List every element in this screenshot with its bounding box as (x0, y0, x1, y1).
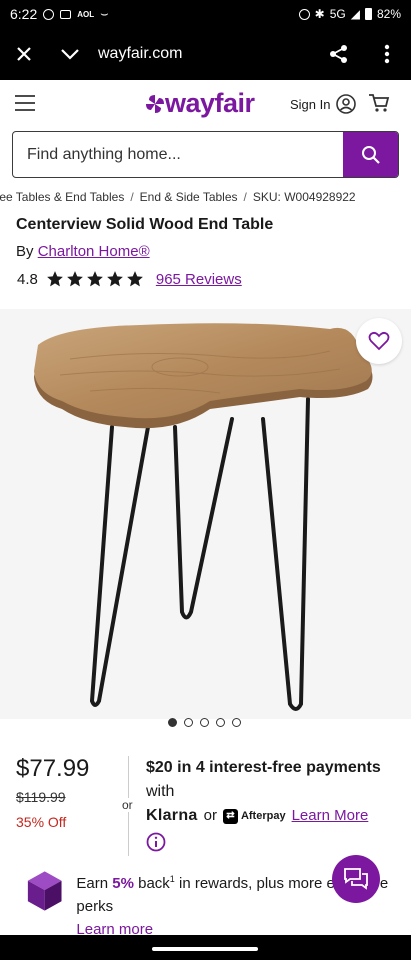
by-label: By (16, 243, 34, 260)
product-image[interactable] (0, 309, 411, 719)
star-icon (46, 271, 63, 287)
or-label-2: or (203, 807, 217, 824)
status-bar: 6:22 AOL ⌣ ✱ 5G ◢ 82% (0, 0, 411, 28)
more-vertical-icon (384, 44, 390, 64)
more-options-button[interactable] (363, 28, 411, 80)
rating-value: 4.8 (17, 270, 38, 288)
message-icon (60, 9, 72, 19)
wayfair-pinwheel-icon (146, 94, 164, 113)
rewards-earn: Earn (76, 875, 113, 892)
sale-price: $77.99 (16, 755, 90, 782)
system-nav-bar (0, 935, 411, 960)
rewards-back: back (133, 875, 170, 892)
home-gesture-handle[interactable] (152, 947, 258, 951)
close-icon (17, 47, 31, 61)
financing-block: $20 in 4 interest-free payments with Kla… (146, 756, 396, 860)
gallery-dot[interactable] (216, 718, 225, 727)
cart-button[interactable] (368, 92, 390, 119)
star-icon (66, 271, 83, 287)
url-display[interactable]: wayfair.com (98, 45, 315, 63)
breadcrumb-separator: / (243, 190, 247, 204)
chevron-down-icon (61, 49, 79, 60)
info-icon (146, 832, 166, 852)
aol-icon: AOL (77, 9, 95, 19)
end-table-image (34, 323, 373, 711)
search-bar (12, 131, 399, 178)
installment-description: in 4 interest-free payments (177, 759, 381, 776)
payment-providers: Klarna or ⇄ Afterpay Learn More (146, 804, 396, 828)
rating-row: 4.8 965 Reviews (17, 270, 242, 288)
favorite-button[interactable] (356, 318, 402, 364)
original-price: $119.99 (16, 789, 66, 805)
close-tab-button[interactable] (0, 28, 48, 80)
gallery-dot[interactable] (184, 718, 193, 727)
afterpay-logo: ⇄ Afterpay (222, 804, 286, 828)
sign-in-label: Sign In (290, 96, 331, 112)
afterpay-label: Afterpay (240, 810, 286, 822)
heart-icon (368, 331, 390, 351)
gallery-dot[interactable] (200, 718, 209, 727)
star-rating (46, 270, 144, 288)
cart-icon (369, 94, 390, 112)
price-block: $77.99 $119.99 35% Off (16, 755, 89, 830)
chat-icon (344, 868, 368, 890)
breadcrumb-item[interactable]: End & Side Tables (140, 190, 238, 204)
gallery-dot[interactable] (168, 718, 177, 727)
financing-learn-more-link[interactable]: Learn More (292, 804, 369, 828)
search-icon (361, 145, 380, 164)
chat-button[interactable] (332, 855, 380, 903)
browser-toolbar: wayfair.com (0, 28, 411, 80)
share-button[interactable] (315, 28, 363, 80)
alarm-icon (298, 8, 310, 20)
discount-label: 35% Off (16, 814, 67, 830)
klarna-logo: Klarna (146, 807, 198, 824)
with-label: with (146, 783, 175, 800)
gallery-pagination (168, 718, 241, 727)
battery-level: 82% (376, 7, 401, 21)
star-icon (126, 271, 143, 287)
account-icon (336, 94, 357, 114)
site-header: wayfair Sign In (0, 80, 411, 128)
breadcrumb-item[interactable]: fee Tables & End Tables (0, 190, 124, 204)
star-icon (106, 271, 123, 287)
breadcrumb-sku: SKU: W004928922 (252, 190, 356, 204)
gallery-dot[interactable] (232, 718, 241, 727)
rewards-percent: 5% (112, 875, 134, 892)
minimize-button[interactable] (48, 28, 92, 80)
search-button[interactable] (343, 132, 398, 177)
bluetooth-icon: ✱ (314, 7, 325, 21)
logo-text: wayfair (165, 88, 255, 118)
breadcrumb-separator: / (130, 190, 134, 204)
or-label: or (122, 798, 133, 812)
search-input[interactable] (13, 132, 343, 177)
signal-icon: ◢ (350, 7, 360, 21)
rewards-cube-icon (27, 871, 62, 911)
installment-amount: $20 (146, 759, 173, 776)
brand-line: By Charlton Home® (16, 243, 150, 260)
hamburger-icon (15, 95, 35, 111)
amazon-icon: ⌣ (100, 6, 109, 21)
network-label: 5G (329, 7, 346, 21)
wayfair-logo[interactable]: wayfair (145, 88, 255, 119)
whatsapp-icon (43, 8, 55, 20)
product-title: Centerview Solid Wood End Table (16, 216, 274, 233)
battery-icon (364, 8, 372, 20)
afterpay-icon: ⇄ (222, 808, 238, 824)
status-time: 6:22 (10, 6, 38, 22)
star-icon (86, 271, 103, 287)
sign-in-button[interactable]: Sign In (290, 94, 357, 114)
reviews-link[interactable]: 965 Reviews (156, 271, 242, 288)
menu-button[interactable] (14, 94, 36, 117)
installment-text: $20 in 4 interest-free payments with (146, 756, 396, 804)
breadcrumb: fee Tables & End Tables / End & Side Tab… (0, 190, 411, 206)
brand-link[interactable]: Charlton Home® (38, 243, 150, 260)
share-icon (330, 45, 347, 63)
